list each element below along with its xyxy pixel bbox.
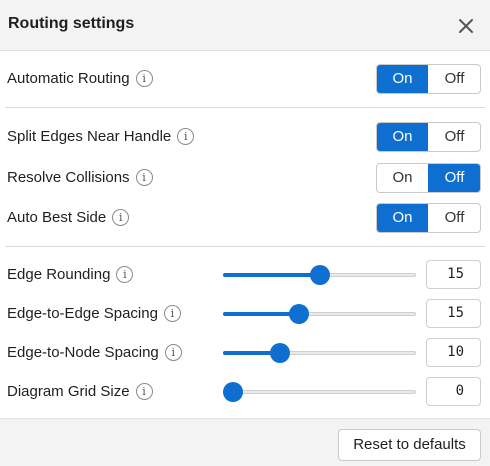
info-icon[interactable]: i [116,266,134,283]
info-icon[interactable]: i [177,128,195,145]
info-icon[interactable]: i [135,169,153,186]
edge-to-edge-spacing-input[interactable]: 15 [426,299,481,328]
info-icon[interactable]: i [112,209,130,226]
panel-title: Routing settings [8,15,135,32]
info-icon[interactable]: i [135,70,153,87]
auto-best-side-toggle: On Off [376,203,481,233]
automatic-routing-row: Automatic Routing i On Off [0,63,490,95]
split-edges-label: Split Edges Near Handle [7,128,172,145]
info-icon[interactable]: i [135,383,153,400]
automatic-routing-off[interactable]: Off [428,65,480,93]
slider-fill [223,273,320,277]
info-icon[interactable]: i [164,344,182,361]
resolve-collisions-off[interactable]: Off [428,164,480,192]
edge-to-node-spacing-label: Edge-to-Node Spacing [7,344,159,361]
automatic-routing-label: Automatic Routing [7,70,130,87]
info-icon[interactable]: i [163,305,181,322]
edge-to-edge-spacing-label: Edge-to-Edge Spacing [7,305,158,322]
split-edges-row: Split Edges Near Handle i On Off [0,121,490,153]
slider-thumb[interactable] [269,343,290,363]
slider-thumb[interactable] [223,382,243,402]
split-edges-off[interactable]: Off [428,123,480,151]
split-edges-toggle: On Off [376,122,481,152]
diagram-grid-size-input[interactable]: 0 [426,377,481,406]
edge-rounding-row: Edge Rounding i 15 [0,259,490,291]
edge-rounding-slider[interactable] [223,264,416,286]
auto-best-side-off[interactable]: Off [428,204,480,232]
resolve-collisions-label: Resolve Collisions [7,169,130,186]
resolve-collisions-on[interactable]: On [377,164,428,192]
section-divider [5,107,485,108]
routing-settings-panel: Routing settings Automatic Routing i On O… [0,0,490,466]
section-divider [5,246,485,247]
close-icon[interactable] [452,12,480,40]
edge-to-edge-spacing-row: Edge-to-Edge Spacing i 15 [0,298,490,330]
slider-thumb[interactable] [309,265,330,285]
edge-to-edge-spacing-slider[interactable] [223,303,416,325]
diagram-grid-size-slider[interactable] [223,381,416,403]
auto-best-side-on[interactable]: On [377,204,428,232]
auto-best-side-row: Auto Best Side i On Off [0,202,490,234]
split-edges-on[interactable]: On [377,123,428,151]
edge-to-node-spacing-input[interactable]: 10 [426,338,481,367]
automatic-routing-on[interactable]: On [377,65,428,93]
edge-rounding-input[interactable]: 15 [426,260,481,289]
resolve-collisions-row: Resolve Collisions i On Off [0,162,490,194]
slider-fill [223,312,299,316]
edge-to-node-spacing-row: Edge-to-Node Spacing i 10 [0,337,490,369]
automatic-routing-toggle: On Off [376,64,481,94]
edge-to-node-spacing-slider[interactable] [223,342,416,364]
auto-best-side-label: Auto Best Side [7,209,107,226]
slider-thumb[interactable] [288,304,309,324]
edge-rounding-label: Edge Rounding [7,266,111,283]
diagram-grid-size-label: Diagram Grid Size [7,383,130,400]
panel-footer: Reset to defaults [0,418,490,466]
diagram-grid-size-row: Diagram Grid Size i 0 [0,376,490,408]
reset-to-defaults-button[interactable]: Reset to defaults [338,429,481,461]
resolve-collisions-toggle: On Off [376,163,481,193]
slider-track [223,390,416,394]
panel-header: Routing settings [0,0,490,51]
